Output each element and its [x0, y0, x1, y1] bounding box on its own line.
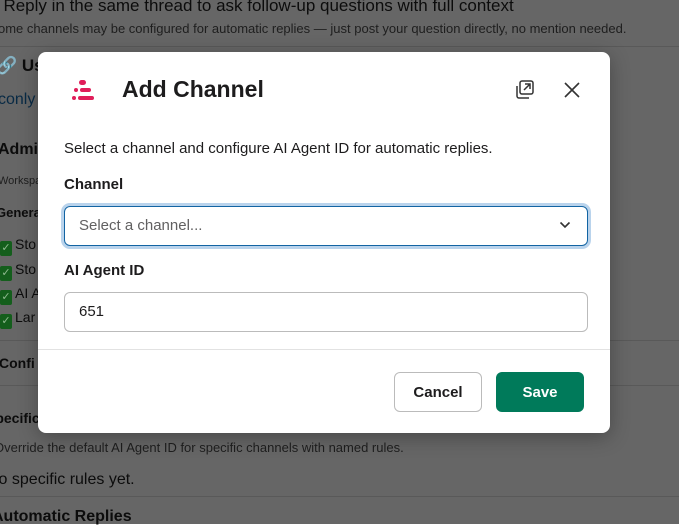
check-item: ✓ AI A [0, 285, 41, 305]
no-rules-text: No specific rules yet. [0, 471, 135, 488]
close-icon[interactable] [560, 78, 584, 102]
agent-id-input[interactable]: 651 [64, 292, 588, 332]
bg-link[interactable]: conly [0, 91, 35, 109]
cancel-button[interactable]: Cancel [394, 372, 482, 412]
checkmark-icon: ✓ [0, 314, 12, 329]
auto-heading: Automatic Replies [0, 508, 132, 525]
bg-line: : Reply in the same thread to ask follow… [0, 0, 514, 15]
config-heading: Confi [0, 355, 35, 371]
agent-id-label: AI Agent ID [64, 262, 145, 279]
app-logo-icon [72, 80, 94, 100]
bg-line: ome channels may be configured for autom… [0, 21, 627, 36]
dialog-description: Select a channel and configure AI Agent … [64, 140, 493, 157]
general-heading: Genera [0, 205, 41, 220]
channel-label: Channel [64, 176, 124, 193]
check-item: ✓ Sto [0, 261, 37, 281]
checkmark-icon: ✓ [0, 290, 12, 305]
checkmark-icon: ✓ [0, 266, 12, 281]
save-button[interactable]: Save [496, 372, 584, 412]
admin-heading: Admi [0, 141, 38, 158]
channel-placeholder: Select a channel... [79, 217, 203, 234]
workspace-text: Workspa [0, 175, 42, 187]
add-channel-dialog: Add Channel Select a channel and configu… [38, 52, 610, 433]
specific-desc: Override the default AI Agent ID for spe… [0, 440, 404, 455]
divider [38, 349, 610, 350]
link-icon: 🔗 [0, 56, 18, 75]
dialog-title: Add Channel [122, 76, 264, 102]
specific-heading: Specific [0, 410, 40, 426]
channel-select[interactable]: Select a channel... [64, 206, 588, 246]
check-item: ✓ Sto [0, 236, 37, 256]
check-item: ✓ Lar [0, 309, 36, 329]
checkmark-icon: ✓ [0, 241, 12, 256]
popout-icon[interactable] [513, 78, 537, 102]
chevron-down-icon [559, 221, 571, 229]
